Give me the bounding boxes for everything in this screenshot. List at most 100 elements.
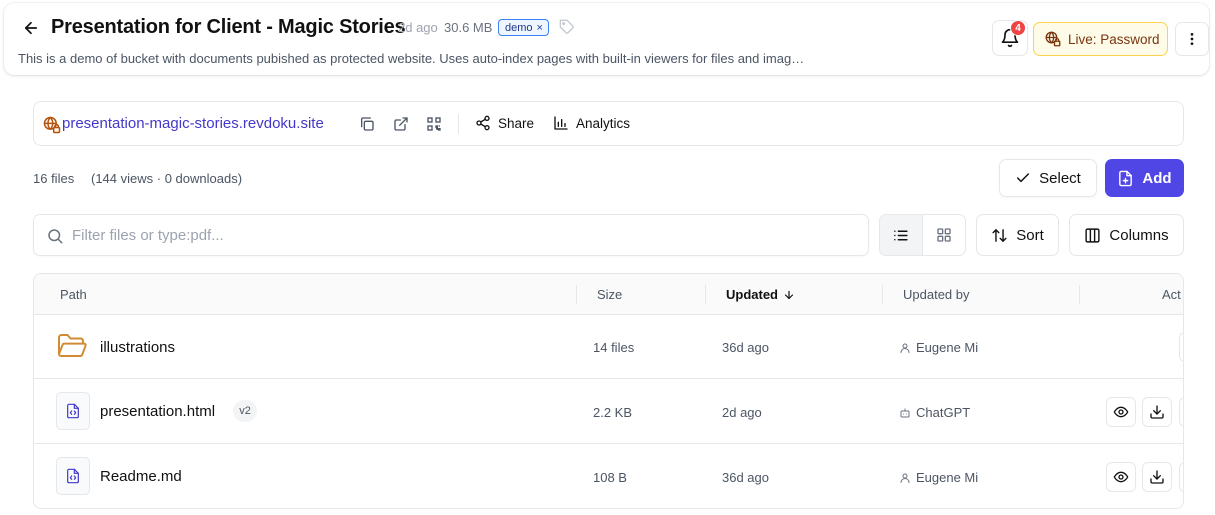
add-tag-button[interactable] [559,19,575,35]
column-actions: Act [1162,287,1181,302]
download-icon [1150,470,1164,484]
column-separator[interactable] [882,285,883,304]
columns-label: Columns [1109,226,1169,244]
site-url-link[interactable]: presentation-magic-stories.revdoku.site [62,115,324,132]
site-bar: presentation-magic-stories.revdoku.site … [33,101,1184,146]
column-updated-by[interactable]: Updated by [903,287,970,302]
divider [458,114,459,134]
eye-icon [1113,406,1129,418]
filter-input[interactable] [72,215,862,255]
arrow-left-icon [24,21,38,35]
check-icon [1017,173,1030,183]
table-header: Path Size Updated Updated by Act [34,274,1183,315]
files-table: Path Size Updated Updated by Act illustr… [33,273,1184,509]
open-site-button[interactable] [392,115,410,133]
column-updated-label: Updated [726,287,778,302]
user-icon [900,473,910,483]
notification-count-badge: 4 [1010,20,1026,36]
back-button[interactable] [20,17,42,39]
grid-icon [937,228,951,242]
tag-remove-button[interactable]: × [537,22,543,34]
grid-view-button[interactable] [923,215,966,255]
qr-code-icon [427,117,441,131]
share-icon [476,115,490,131]
sort-button[interactable]: Sort [976,214,1059,256]
column-separator[interactable] [1079,285,1080,304]
user-icon [900,343,910,353]
more-actions-button[interactable] [1179,332,1183,362]
version-badge[interactable]: v2 [233,400,257,422]
tag-icon [559,19,574,34]
more-actions-button[interactable] [1179,397,1183,427]
share-label: Share [498,115,535,131]
globe-lock-icon [1045,31,1061,47]
updated-by-name: ChatGPT [916,405,971,420]
column-separator[interactable] [576,285,577,304]
file-updated: 36d ago [722,340,769,355]
arrow-down-icon [784,290,794,299]
code-file-icon [56,457,90,495]
file-name[interactable]: presentation.html [100,403,215,420]
external-link-icon [394,117,408,131]
site-globe-lock-icon [42,115,62,135]
live-status-label: Live: Password [1068,31,1160,47]
analytics-button[interactable]: Analytics [553,115,630,131]
download-button[interactable] [1142,397,1172,427]
file-size: 108 B [593,470,627,485]
more-vertical-icon [1190,33,1194,45]
eye-icon [1113,471,1129,483]
live-password-button[interactable]: Live: Password [1033,22,1168,56]
code-file-icon [56,392,90,430]
updated-by-name: Eugene Mi [916,340,979,355]
list-view-button[interactable] [880,215,923,255]
qr-code-button[interactable] [425,115,443,133]
sort-label: Sort [1016,226,1044,244]
view-download-stats: (144 views · 0 downloads) [91,171,243,186]
table-row[interactable]: illustrations 14 files 36d ago Eugene Mi [34,315,1183,379]
file-name[interactable]: illustrations [100,339,175,356]
add-label: Add [1142,169,1172,187]
page-header: Presentation for Client - Magic Stories … [4,3,1209,75]
copy-url-button[interactable] [358,115,376,133]
search-icon [48,229,63,244]
bot-icon [900,408,910,417]
file-name[interactable]: Readme.md [100,468,182,485]
tag-label: demo [505,21,533,34]
file-updated: 2d ago [722,405,762,420]
table-row[interactable]: presentation.html v2 2.2 KB 2d ago ChatG… [34,380,1183,444]
file-updated: 36d ago [722,470,769,485]
file-updated-by: Eugene Mi [899,470,978,485]
folder-icon [57,333,87,364]
column-path[interactable]: Path [60,287,87,302]
column-updated[interactable]: Updated [726,287,795,302]
bucket-size: 30.6 MB [444,20,493,35]
view-mode-toggle [879,214,966,256]
updated-by-name: Eugene Mi [916,470,979,485]
more-options-button[interactable] [1175,22,1209,56]
bucket-description: This is a demo of bucket with documents … [18,51,805,66]
select-button[interactable]: Select [999,159,1097,197]
preview-button[interactable] [1106,462,1136,492]
copy-icon [361,117,374,131]
filter-box [33,214,869,256]
list-icon [894,230,908,240]
download-icon [1150,405,1164,419]
select-label: Select [1039,169,1081,187]
tag-chip-demo: demo × [498,19,549,36]
more-actions-button[interactable] [1179,462,1183,492]
file-updated-by: ChatGPT [899,405,970,420]
preview-button[interactable] [1106,397,1136,427]
columns-button[interactable]: Columns [1069,214,1184,256]
file-size: 14 files [593,340,635,355]
download-button[interactable] [1142,462,1172,492]
file-size: 2.2 KB [593,405,633,420]
page-title: Presentation for Client - Magic Stories [51,16,406,38]
column-separator[interactable] [705,285,706,304]
table-row[interactable]: Readme.md 108 B 36d ago Eugene Mi [34,445,1183,508]
share-button[interactable]: Share [475,115,534,131]
add-button[interactable]: Add [1105,159,1184,197]
columns-icon [1085,227,1100,243]
column-size[interactable]: Size [597,287,622,302]
updated-age: 2d ago [398,20,438,35]
sort-arrows-icon [992,228,1007,242]
